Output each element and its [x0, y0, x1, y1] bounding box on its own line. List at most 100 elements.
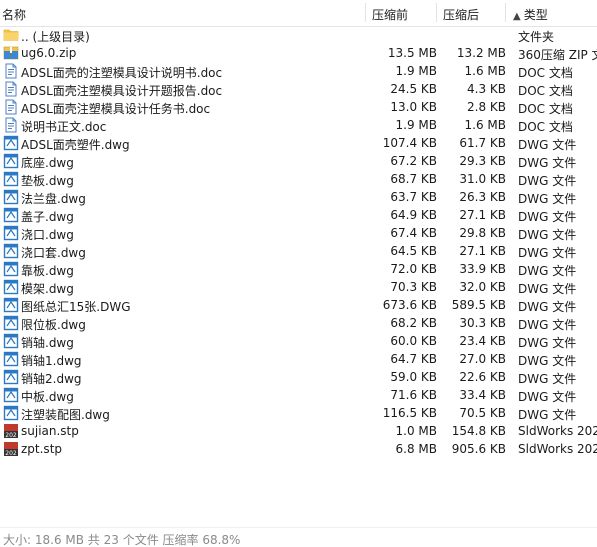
- file-row[interactable]: 盖子.dwg 64.9 KB 27.1 KB DWG 文件: [0, 206, 597, 224]
- file-row[interactable]: 靠板.dwg 72.0 KB 33.9 KB DWG 文件: [0, 260, 597, 278]
- file-row[interactable]: 说明书正文.doc 1.9 MB 1.6 MB DOC 文档: [0, 116, 597, 134]
- column-divider[interactable]: [365, 3, 366, 22]
- file-size: 1.9 MB: [395, 118, 437, 132]
- file-type: DWG 文件: [518, 336, 577, 350]
- file-packed-size: 26.3 KB: [459, 190, 506, 204]
- file-name: 底座.dwg: [21, 156, 74, 170]
- file-packed-size: 27.1 KB: [459, 208, 506, 222]
- dwg-file-icon: [3, 405, 19, 421]
- column-header: 名称 压缩前 压缩后 ▲ 类型: [0, 0, 597, 27]
- file-size: 64.5 KB: [390, 244, 437, 258]
- dwg-file-icon: [3, 369, 19, 385]
- file-packed-size: 32.0 KB: [459, 280, 506, 294]
- file-row[interactable]: 法兰盘.dwg 63.7 KB 26.3 KB DWG 文件: [0, 188, 597, 206]
- file-row[interactable]: 底座.dwg 67.2 KB 29.3 KB DWG 文件: [0, 152, 597, 170]
- file-packed-size: 13.2 MB: [456, 46, 506, 60]
- file-packed-size: 1.6 MB: [464, 118, 506, 132]
- file-name: sujian.stp: [21, 424, 79, 438]
- file-packed-size: 27.0 KB: [459, 352, 506, 366]
- file-row[interactable]: ADSL面壳注塑模具设计开题报告.doc 24.5 KB 4.3 KB DOC 文档: [0, 80, 597, 98]
- file-row[interactable]: ADSL面壳塑件.dwg 107.4 KB 61.7 KB DWG 文件: [0, 134, 597, 152]
- svg-text:202: 202: [5, 450, 17, 457]
- file-size: 67.2 KB: [390, 154, 437, 168]
- file-row[interactable]: 中板.dwg 71.6 KB 33.4 KB DWG 文件: [0, 386, 597, 404]
- file-row[interactable]: 垫板.dwg 68.7 KB 31.0 KB DWG 文件: [0, 170, 597, 188]
- file-type: DWG 文件: [518, 138, 577, 152]
- file-size: 673.6 KB: [382, 298, 437, 312]
- file-size: 24.5 KB: [390, 82, 437, 96]
- file-row[interactable]: 浇口套.dwg 64.5 KB 27.1 KB DWG 文件: [0, 242, 597, 260]
- file-size: 71.6 KB: [390, 388, 437, 402]
- status-bar: 大小: 18.6 MB 共 23 个文件 压缩率 68.8%: [0, 527, 597, 547]
- file-name: 浇口.dwg: [21, 228, 74, 242]
- file-packed-size: 4.3 KB: [467, 82, 506, 96]
- column-name[interactable]: 名称: [2, 6, 26, 23]
- doc-file-icon: [3, 117, 19, 133]
- file-row[interactable]: 销轴.dwg 60.0 KB 23.4 KB DWG 文件: [0, 332, 597, 350]
- file-row[interactable]: 图纸总汇15张.DWG 673.6 KB 589.5 KB DWG 文件: [0, 296, 597, 314]
- file-size: 64.7 KB: [390, 352, 437, 366]
- file-name: 说明书正文.doc: [21, 120, 107, 134]
- file-name: ug6.0.zip: [21, 46, 77, 60]
- file-packed-size: 905.6 KB: [451, 442, 506, 456]
- column-size[interactable]: 压缩前: [372, 6, 408, 23]
- zip-archive-icon: [3, 45, 19, 61]
- file-name: 靠板.dwg: [21, 264, 74, 278]
- file-type: DWG 文件: [518, 210, 577, 224]
- file-packed-size: 30.3 KB: [459, 316, 506, 330]
- dwg-file-icon: [3, 297, 19, 313]
- archive-window: 名称 压缩前 压缩后 ▲ 类型 .. (上级目录) 文件夹 ug6.0.zip 13.5…: [0, 0, 597, 547]
- file-row[interactable]: ADSL面壳注塑模具设计任务书.doc 13.0 KB 2.8 KB DOC 文档: [0, 98, 597, 116]
- file-name: ADSL面壳注塑模具设计开题报告.doc: [21, 84, 223, 98]
- dwg-file-icon: [3, 189, 19, 205]
- file-type: DOC 文档: [518, 120, 573, 134]
- file-type: DWG 文件: [518, 354, 577, 368]
- file-name: 限位板.dwg: [21, 318, 86, 332]
- file-row[interactable]: 浇口.dwg 67.4 KB 29.8 KB DWG 文件: [0, 224, 597, 242]
- dwg-file-icon: [3, 333, 19, 349]
- doc-file-icon: [3, 99, 19, 115]
- file-row[interactable]: 模架.dwg 70.3 KB 32.0 KB DWG 文件: [0, 278, 597, 296]
- column-divider[interactable]: [505, 3, 506, 22]
- doc-file-icon: [3, 63, 19, 79]
- file-packed-size: 29.8 KB: [459, 226, 506, 240]
- dwg-file-icon: [3, 261, 19, 277]
- file-row[interactable]: 限位板.dwg 68.2 KB 30.3 KB DWG 文件: [0, 314, 597, 332]
- file-size: 64.9 KB: [390, 208, 437, 222]
- dwg-file-icon: [3, 243, 19, 259]
- file-row[interactable]: ADSL面壳的注塑模具设计说明书.doc 1.9 MB 1.6 MB DOC 文档: [0, 62, 597, 80]
- file-type: DWG 文件: [518, 300, 577, 314]
- file-type: DOC 文档: [518, 102, 573, 116]
- file-row[interactable]: 销轴1.dwg 64.7 KB 27.0 KB DWG 文件: [0, 350, 597, 368]
- file-size: 6.8 MB: [395, 442, 437, 456]
- stp-file-icon: 202: [3, 423, 19, 439]
- sort-ascending-icon: ▲: [513, 11, 521, 22]
- file-row[interactable]: 销轴2.dwg 59.0 KB 22.6 KB DWG 文件: [0, 368, 597, 386]
- file-packed-size: 29.3 KB: [459, 154, 506, 168]
- status-text: 大小: 18.6 MB 共 23 个文件 压缩率 68.8%: [3, 533, 241, 547]
- file-name: zpt.stp: [21, 442, 63, 456]
- file-size: 1.9 MB: [395, 64, 437, 78]
- file-name: ADSL面壳注塑模具设计任务书.doc: [21, 102, 211, 116]
- file-row[interactable]: ug6.0.zip 13.5 MB 13.2 MB 360压缩 ZIP 文件: [0, 44, 597, 62]
- file-row[interactable]: 202 sujian.stp 1.0 MB 154.8 KB SldWorks 2020: [0, 422, 597, 440]
- file-row[interactable]: 注塑装配图.dwg 116.5 KB 70.5 KB DWG 文件: [0, 404, 597, 422]
- column-divider[interactable]: [436, 3, 437, 22]
- column-packed[interactable]: 压缩后: [443, 6, 479, 23]
- column-type[interactable]: ▲ 类型: [513, 6, 548, 23]
- file-row[interactable]: .. (上级目录) 文件夹: [0, 26, 597, 44]
- file-row[interactable]: 202 zpt.stp 6.8 MB 905.6 KB SldWorks 2020: [0, 440, 597, 458]
- folder-up-icon: [3, 27, 19, 43]
- dwg-file-icon: [3, 207, 19, 223]
- file-name: 模架.dwg: [21, 282, 74, 296]
- file-type: DWG 文件: [518, 246, 577, 260]
- file-type: DWG 文件: [518, 174, 577, 188]
- file-size: 68.7 KB: [390, 172, 437, 186]
- dwg-file-icon: [3, 315, 19, 331]
- file-type: DWG 文件: [518, 372, 577, 386]
- file-packed-size: 22.6 KB: [459, 370, 506, 384]
- svg-text:202: 202: [5, 432, 17, 439]
- dwg-file-icon: [3, 135, 19, 151]
- file-name: 销轴2.dwg: [21, 372, 82, 386]
- file-type: DOC 文档: [518, 66, 573, 80]
